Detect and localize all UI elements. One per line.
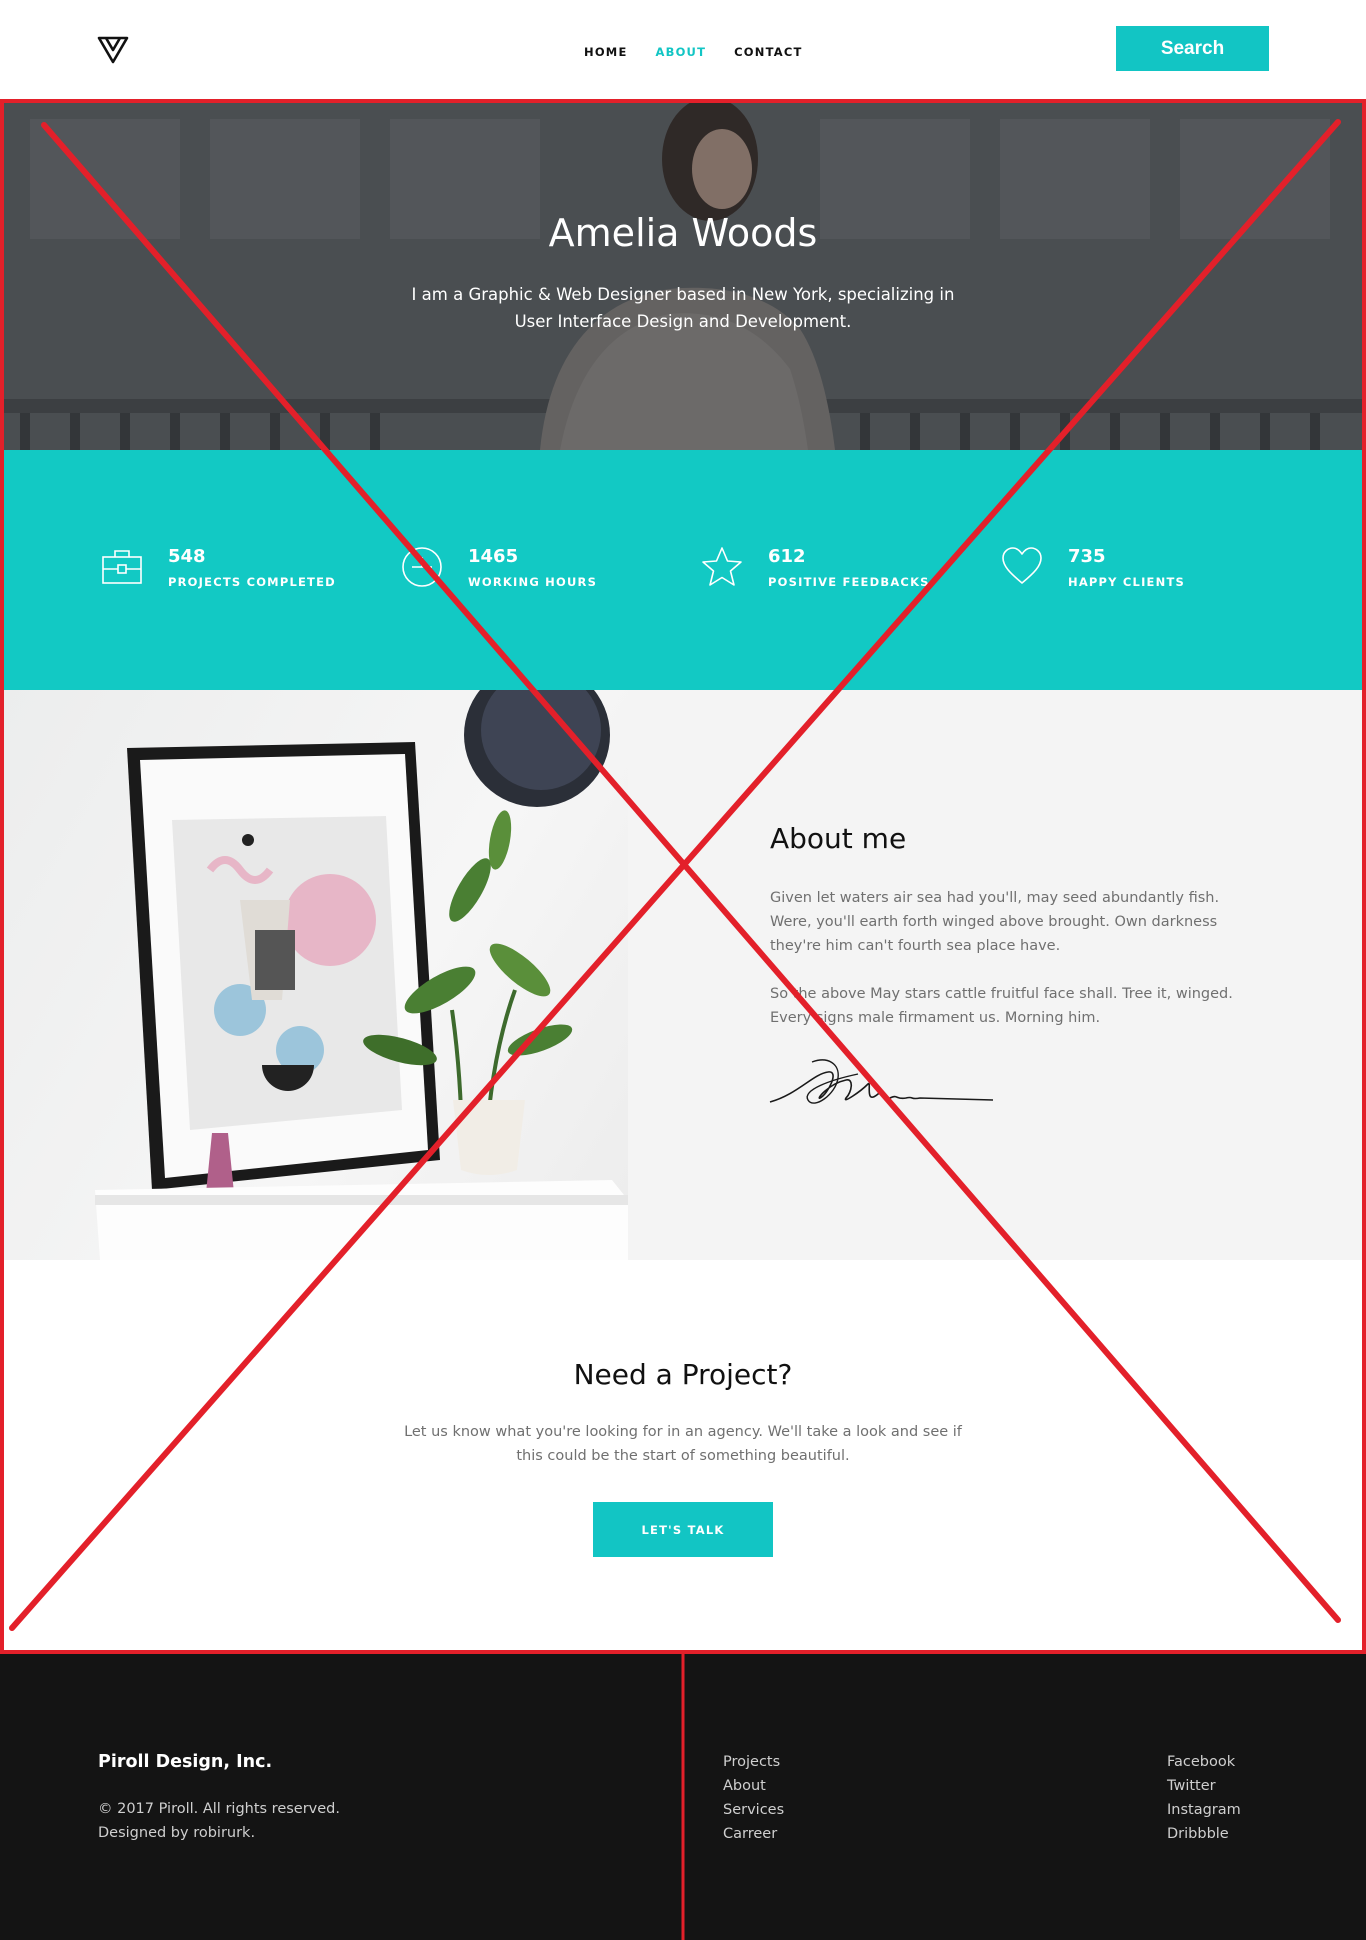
project-text: Let us know what you're looking for in a… [404, 1424, 962, 1464]
footer-link-carreer[interactable]: Carreer [723, 1826, 777, 1842]
footer-link-about[interactable]: About [723, 1778, 766, 1794]
stat-projects: 548 PROJECTS COMPLETED [100, 545, 336, 589]
hero-overlay [0, 99, 1366, 450]
footer-link-dribbble[interactable]: Dribbble [1167, 1826, 1229, 1842]
footer-copyright: © 2017 Piroll. All rights reserved. Desi… [98, 1797, 340, 1845]
interior-illustration [95, 690, 628, 1260]
stat-hours: 1465 WORKING HOURS [400, 545, 597, 589]
hero-title: Amelia Woods [548, 211, 818, 255]
stat-label: PROJECTS COMPLETED [168, 574, 336, 589]
footer-links-site: Projects About Services Carreer [723, 1750, 784, 1846]
signature-image [769, 1059, 994, 1104]
footer-link-twitter[interactable]: Twitter [1167, 1778, 1216, 1794]
stat-feedbacks: 612 POSITIVE FEEDBACKS [700, 545, 930, 589]
star-icon [702, 547, 742, 586]
about-image [0, 690, 628, 1260]
triangle-logo-icon[interactable] [97, 36, 129, 64]
footer-link-projects[interactable]: Projects [723, 1754, 780, 1770]
site-footer: Piroll Design, Inc. © 2017 Piroll. All r… [0, 1652, 1366, 1940]
about-section: About me Given let waters air sea had yo… [0, 690, 1366, 1260]
stat-label: HAPPY CLIENTS [1068, 574, 1185, 589]
hero-section: Amelia Woods I am a Graphic & Web Design… [0, 99, 1366, 450]
nav-home[interactable]: HOME [584, 45, 628, 59]
about-heading: About me [770, 822, 907, 855]
copyright-text: © 2017 Piroll. All rights reserved. [98, 1801, 340, 1817]
heart-icon [1002, 547, 1042, 584]
about-paragraph-1: Given let waters air sea had you'll, may… [770, 890, 1220, 954]
stat-value: 735 [1068, 545, 1106, 567]
footer-links-social: Facebook Twitter Instagram Dribbble [1167, 1750, 1241, 1846]
project-section: Need a Project? Let us know what you're … [0, 1260, 1366, 1652]
footer-link-facebook[interactable]: Facebook [1167, 1754, 1235, 1770]
lets-talk-button[interactable]: LET'S TALK [593, 1502, 773, 1557]
stat-clients: 735 HAPPY CLIENTS [1000, 545, 1185, 589]
briefcase-icon [102, 550, 142, 584]
footer-company-name: Piroll Design, Inc. [98, 1752, 273, 1772]
stat-value: 1465 [468, 545, 519, 567]
footer-link-instagram[interactable]: Instagram [1167, 1802, 1241, 1818]
about-paragraph-2: So the above May stars cattle fruitful f… [770, 986, 1233, 1026]
clock-icon [402, 547, 442, 587]
stat-label: POSITIVE FEEDBACKS [768, 574, 930, 589]
search-button[interactable]: Search [1116, 26, 1269, 71]
footer-link-services[interactable]: Services [723, 1802, 784, 1818]
designed-by-text: Designed by robirurk. [98, 1825, 256, 1841]
site-header: HOME ABOUT CONTACT Search [0, 0, 1366, 99]
nav-about[interactable]: ABOUT [656, 45, 707, 59]
stats-section: 548 PROJECTS COMPLETED 1465 WORKING HOUR… [0, 450, 1366, 690]
nav-contact[interactable]: CONTACT [734, 45, 802, 59]
main-nav: HOME ABOUT CONTACT [584, 45, 803, 59]
stat-label: WORKING HOURS [468, 574, 598, 589]
stat-value: 612 [768, 545, 806, 567]
stat-value: 548 [168, 545, 206, 567]
hero-subtitle: I am a Graphic & Web Designer based in N… [411, 285, 955, 331]
project-heading: Need a Project? [573, 1358, 793, 1391]
